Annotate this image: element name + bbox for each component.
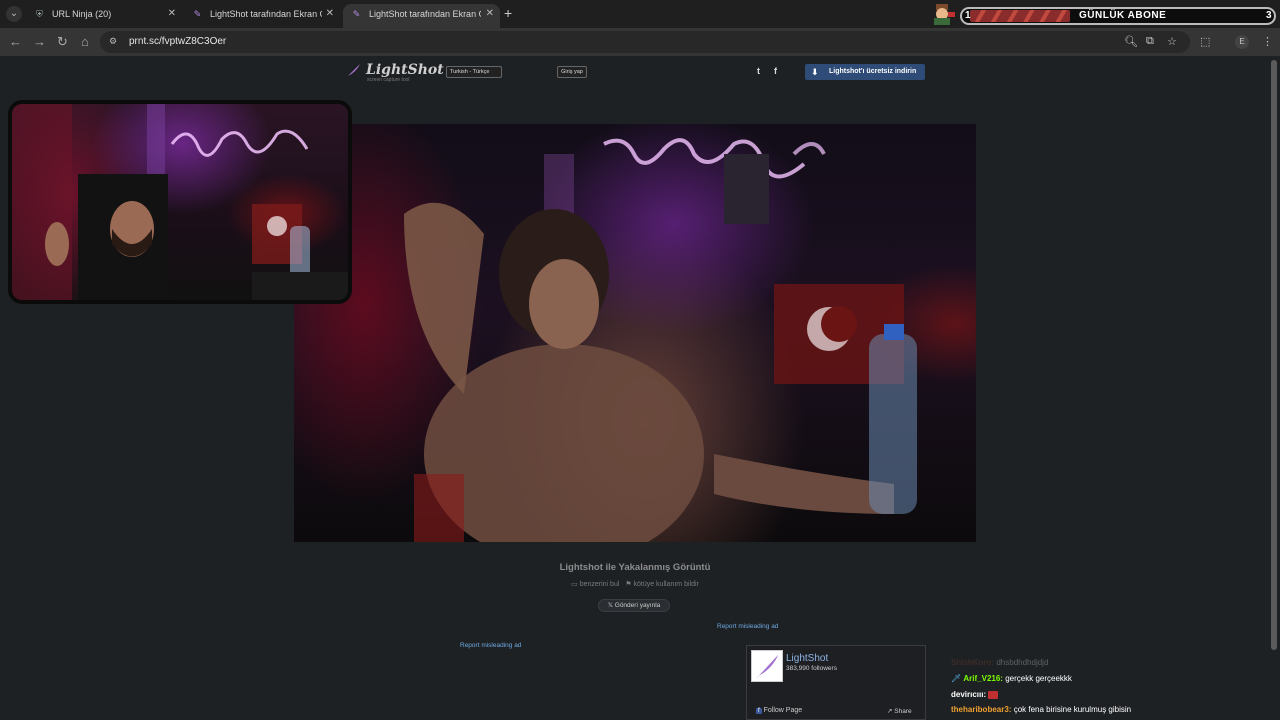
streamer-avatar-icon [934, 4, 955, 25]
login-button[interactable]: Giriş yap [557, 66, 587, 78]
chat-message: theharibobear3: çok fena birisine kurulm… [951, 705, 1132, 714]
share-icon: ↗ [887, 708, 893, 715]
chat-message: ShishKoro: dhsbdhdhdjdjd [951, 658, 1049, 667]
tab-url-ninja[interactable]: ⛨ URL Ninja (20) ✕ [26, 4, 182, 28]
fb-follow-button[interactable]: f Follow Page [756, 707, 802, 714]
address-bar[interactable] [100, 31, 1190, 53]
goal-title: GÜNLÜK ABONE [1079, 10, 1167, 21]
webcam-overlay [8, 100, 352, 304]
webcam-photo-graphic [12, 104, 348, 300]
menu-kebab-icon[interactable]: ⋮ [1262, 35, 1273, 48]
tab-title: LightShot tarafından Ekran Görü [369, 9, 481, 19]
subscriber-goal-progress [970, 10, 1070, 22]
facebook-icon[interactable]: f [774, 66, 777, 76]
url-text[interactable]: prnt.sc/fvptwZ8C3Oer [129, 36, 226, 47]
bookmark-star-icon[interactable]: ☆ [1167, 35, 1177, 48]
new-tab-button[interactable]: + [504, 5, 512, 21]
site-info-icon[interactable]: ⚙ [109, 36, 117, 47]
close-icon[interactable]: ✕ [168, 4, 176, 24]
download-icon: ⬇ [811, 67, 819, 77]
chat-message: 🗡︎ Arif_V216: gerçekk gerçeekkk [951, 674, 1072, 683]
fb-page-name[interactable]: LightShot [786, 653, 828, 664]
captured-screenshot-image [294, 124, 976, 542]
lightshot-page-logo[interactable] [751, 650, 783, 682]
download-button[interactable]: ⬇ Lightshot'ı ücretsiz indirin [805, 64, 925, 80]
home-icon[interactable]: ⌂ [81, 34, 89, 49]
report-ad-link-left[interactable]: Report misleading ad [460, 642, 521, 649]
zoom-icon[interactable]: 🔍︎ [1124, 35, 1138, 48]
forward-icon[interactable]: → [33, 34, 46, 49]
chat-message: devirıcııı: [951, 690, 999, 699]
goal-target: 3 [1266, 10, 1272, 21]
reload-icon[interactable]: ↻ [57, 34, 68, 50]
tab-search-button[interactable]: ⌄ [6, 6, 22, 22]
close-icon[interactable]: ✕ [486, 4, 494, 24]
install-icon[interactable]: ⧉ [1146, 35, 1154, 48]
language-select[interactable]: Turkish - Türkçe [446, 66, 502, 78]
emote-icon [988, 690, 999, 699]
capture-actions: ▭ benzerini bul ⚑ kötüye kullanım bildir [0, 580, 1270, 588]
back-icon[interactable]: ← [9, 34, 22, 49]
fb-share-button[interactable]: ↗ Share [887, 707, 912, 715]
find-similar-link[interactable]: benzerini bul [580, 581, 620, 588]
goal-current: 1 [965, 10, 971, 21]
image-icon: ▭ [571, 581, 578, 588]
extensions-icon[interactable]: ⬚ [1200, 35, 1210, 48]
twitter-icon[interactable]: t [757, 66, 760, 76]
close-icon[interactable]: ✕ [326, 4, 334, 24]
feather-icon: ✎ [193, 9, 202, 19]
facebook-icon: f [756, 708, 762, 714]
tab-lightshot-active[interactable]: ✎ LightShot tarafından Ekran Görü ✕ [343, 4, 500, 28]
tab-lightshot-1[interactable]: ✎ LightShot tarafından Ekran Görü ✕ [184, 4, 340, 28]
report-abuse-link[interactable]: kötüye kullanım bildir [633, 581, 698, 588]
profile-avatar[interactable]: E [1235, 35, 1249, 49]
lightshot-feather-icon [346, 64, 360, 78]
x-logo-icon: 𝕏 [607, 602, 613, 609]
scrollbar-thumb[interactable] [1271, 60, 1277, 650]
feather-icon: ✎ [352, 9, 361, 19]
flag-icon: ⚑ [625, 581, 632, 588]
tab-title: LightShot tarafından Ekran Görü [210, 9, 322, 19]
shield-icon: ⛨ [36, 9, 43, 19]
lightshot-logo-subtitle: screen capture tool [367, 77, 410, 83]
tab-title: URL Ninja (20) [52, 9, 112, 19]
lightshot-logo[interactable]: LightShot [366, 62, 444, 78]
captured-photo-graphic [404, 138, 917, 542]
tweet-button[interactable]: 𝕏 Gönderi yayınla [598, 599, 670, 612]
capture-title: Lightshot ile Yakalanmış Görüntü [559, 562, 711, 573]
sword-badge-icon: 🗡︎ [951, 674, 962, 683]
fb-followers-count: 383,990 followers [786, 665, 837, 672]
report-ad-link-right[interactable]: Report misleading ad [717, 623, 778, 630]
